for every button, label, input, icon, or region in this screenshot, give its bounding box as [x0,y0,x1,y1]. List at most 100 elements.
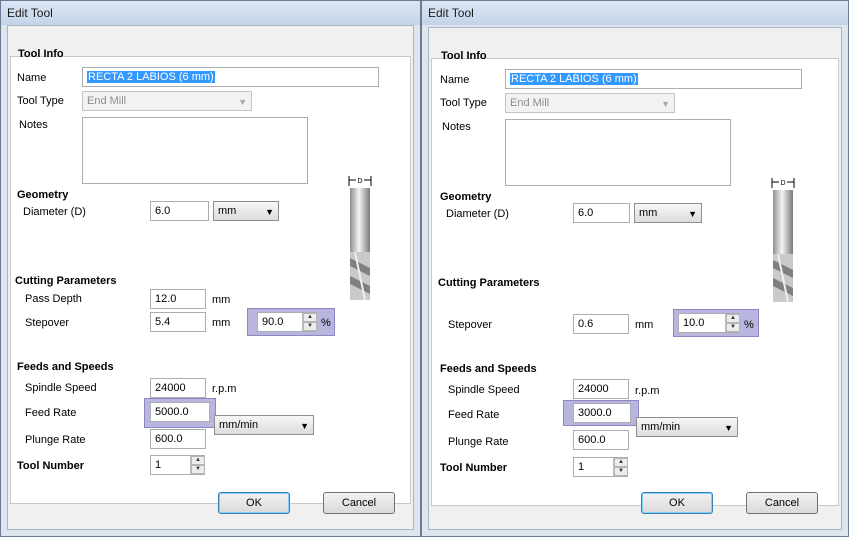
rate-units-value: mm/min [641,421,681,433]
spindle-speed-input[interactable]: 24000 [150,378,206,398]
spindle-speed-value: 24000 [155,382,186,394]
diameter-value: 6.0 [155,205,171,217]
tool-number-spinner[interactable]: ▲ ▼ [190,456,205,474]
chevron-down-icon: ▼ [265,207,274,217]
pass-depth-label: Pass Depth [25,293,82,305]
tool-type-value: End Mill [87,95,127,107]
cutting-parameters-header: Cutting Parameters [15,275,117,287]
name-value: RECTA 2 LABIOS (6 mm) [510,73,638,85]
plunge-rate-input[interactable]: 600.0 [573,430,629,450]
notes-textarea[interactable] [82,117,308,184]
feed-rate-input[interactable]: 5000.0 [150,402,210,422]
end-mill-diagram: D [348,175,372,301]
stepover-percent-spinner[interactable]: ▲ ▼ [725,314,740,332]
edit-tool-dialog-right: Edit Tool Tool Info Name RECTA 2 LABIOS … [421,0,849,537]
end-mill-diagram: D [771,177,795,303]
chevron-down-icon: ▼ [238,97,247,107]
dimension-label: D [357,178,362,185]
feed-rate-input[interactable]: 3000.0 [573,403,631,423]
notes-textarea[interactable] [505,119,731,186]
geometry-header: Geometry [17,189,69,201]
chevron-down-icon: ▼ [724,423,733,433]
name-input[interactable]: RECTA 2 LABIOS (6 mm) [82,67,379,87]
stepover-percent-value: 90.0 [262,316,284,328]
plunge-rate-value: 600.0 [155,433,183,445]
tool-number-label: Tool Number [440,462,508,474]
percent-sign: % [321,317,331,329]
spin-up-icon[interactable]: ▲ [303,313,317,322]
plunge-rate-input[interactable]: 600.0 [150,429,206,449]
name-input[interactable]: RECTA 2 LABIOS (6 mm) [505,69,802,89]
spin-up-icon[interactable]: ▲ [614,458,628,467]
tool-info-header: Tool Info [441,50,487,62]
tool-number-value: 1 [578,461,585,473]
diameter-value: 6.0 [578,207,594,219]
spindle-speed-value: 24000 [578,383,609,395]
spin-down-icon[interactable]: ▼ [614,467,628,476]
cancel-button[interactable]: Cancel [746,492,818,514]
stepover-input[interactable]: 0.6 [573,314,629,334]
spin-down-icon[interactable]: ▼ [726,323,740,332]
rate-units-select[interactable]: mm/min ▼ [636,417,738,437]
tool-type-value: End Mill [510,97,550,109]
spindle-speed-unit: r.p.m [212,383,237,395]
units-select[interactable]: mm ▼ [213,201,279,221]
spindle-speed-unit: r.p.m [635,385,660,397]
feeds-speeds-header: Feeds and Speeds [440,363,537,375]
diameter-label: Diameter (D) [446,208,509,220]
title-bar[interactable]: Edit Tool [1,1,420,25]
tool-type-select[interactable]: End Mill ▼ [82,91,252,111]
rate-units-value: mm/min [219,419,259,431]
stepover-input[interactable]: 5.4 [150,312,206,332]
notes-label: Notes [19,119,48,131]
name-value: RECTA 2 LABIOS (6 mm) [87,71,215,83]
stepover-value: 5.4 [155,316,171,328]
dimension-label: D [780,180,785,187]
chevron-down-icon: ▼ [661,99,670,109]
spin-up-icon[interactable]: ▲ [191,456,205,465]
tool-type-label: Tool Type [17,95,64,107]
stepover-unit: mm [635,319,654,331]
feed-rate-label: Feed Rate [25,407,77,419]
chevron-down-icon: ▼ [300,421,309,431]
spin-down-icon[interactable]: ▼ [191,465,205,474]
spin-down-icon[interactable]: ▼ [303,322,317,331]
pass-depth-input[interactable]: 12.0 [150,289,206,309]
name-label: Name [440,74,470,86]
tool-type-label: Tool Type [440,97,487,109]
tool-number-spinner[interactable]: ▲ ▼ [613,458,628,476]
spin-up-icon[interactable]: ▲ [726,314,740,323]
chevron-down-icon: ▼ [688,209,697,219]
percent-sign: % [744,319,754,331]
diameter-input[interactable]: 6.0 [573,203,630,223]
units-value: mm [639,207,658,219]
spindle-speed-label: Spindle Speed [25,382,97,394]
feed-rate-value: 3000.0 [578,407,612,419]
notes-label: Notes [442,121,471,133]
feed-rate-label: Feed Rate [448,409,500,421]
stepover-percent-value: 10.0 [683,317,705,329]
feeds-speeds-header: Feeds and Speeds [17,361,114,373]
stepover-percent-spinner[interactable]: ▲ ▼ [302,313,317,331]
stepover-unit: mm [212,317,231,329]
title-bar[interactable]: Edit Tool [422,1,848,25]
cutting-parameters-header: Cutting Parameters [438,277,540,289]
name-label: Name [17,72,47,84]
ok-button[interactable]: OK [641,492,713,514]
cancel-button[interactable]: Cancel [323,492,395,514]
spindle-speed-input[interactable]: 24000 [573,379,629,399]
pass-depth-value: 12.0 [155,293,177,305]
tool-type-select[interactable]: End Mill ▼ [505,93,675,113]
spindle-speed-label: Spindle Speed [448,384,520,396]
units-value: mm [218,205,237,217]
stepover-label: Stepover [25,317,70,329]
diameter-input[interactable]: 6.0 [150,201,209,221]
rate-units-select[interactable]: mm/min ▼ [214,415,314,435]
dialog-title: Edit Tool [428,6,474,20]
plunge-rate-label: Plunge Rate [448,436,509,448]
units-select[interactable]: mm ▼ [634,203,702,223]
diameter-label: Diameter (D) [23,206,86,218]
plunge-rate-label: Plunge Rate [25,434,86,446]
plunge-rate-value: 600.0 [578,434,606,446]
ok-button[interactable]: OK [218,492,290,514]
